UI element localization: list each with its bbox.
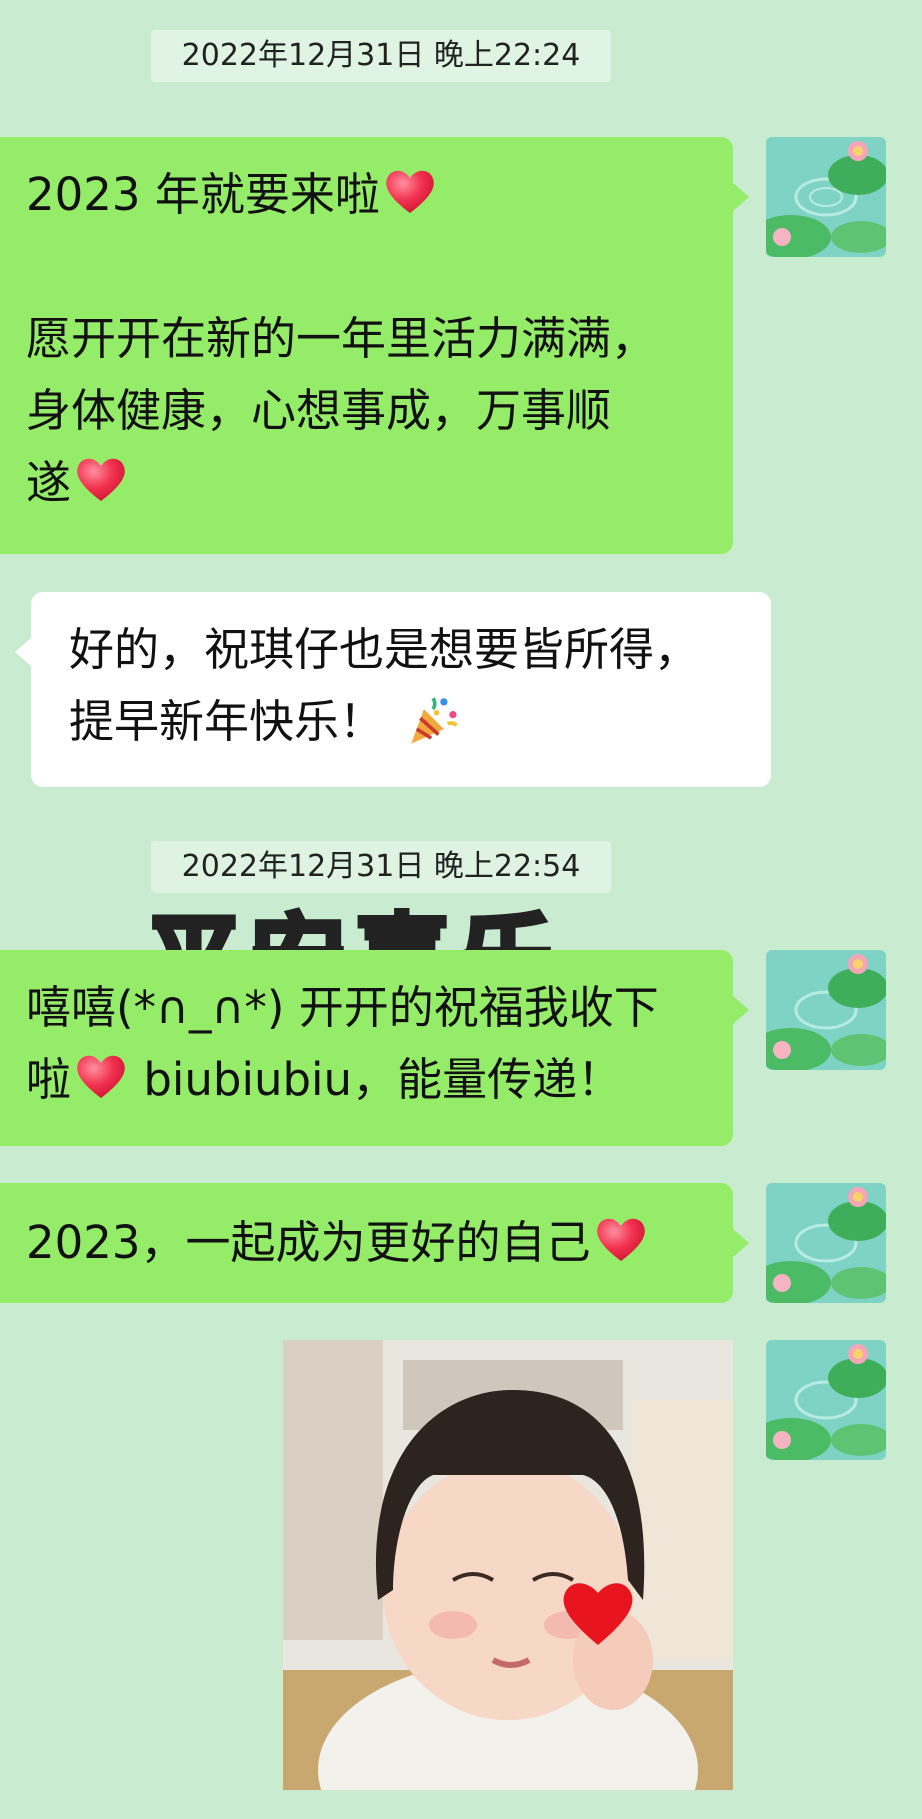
message-text: biubiubiu，能量传递！ (129, 1053, 623, 1106)
message-bubble-outgoing[interactable]: 2023 年就要来啦 愿开开在新的一年里活力满满， 身体健康，心想事成，万事顺 … (0, 137, 749, 554)
message-line: 2023，一起成为更好的自己 (26, 1207, 707, 1279)
message-line: 好的，祝琪仔也是想要皆所得， (69, 623, 700, 676)
chat-screen: 2022年12月31日 晚上22:24 2023 年就要来啦 愿开开在新的一年里… (0, 0, 922, 1819)
message-line: 身体健康，心想事成，万事顺 (26, 384, 612, 437)
avatar[interactable] (766, 950, 886, 1070)
message-text: 遂 (26, 456, 72, 509)
message-line: 啦 biubiubiu，能量传递！ (26, 1044, 707, 1116)
message-line: 愿开开在新的一年里活力满满， (26, 312, 657, 365)
message-bubble-outgoing[interactable]: 嘻嘻(*∩_∩*) 开开的祝福我收下 啦 biubiubiu，能量传递！ (0, 950, 749, 1146)
lotus-pond-avatar-image (766, 1183, 886, 1303)
message-line: 提早新年快乐！ (69, 686, 745, 758)
lotus-pond-avatar-image (766, 1340, 886, 1460)
message-line (26, 231, 707, 303)
avatar[interactable] (766, 1183, 886, 1303)
image-message-baby-photo[interactable] (283, 1340, 733, 1790)
baby-with-heart-photo (283, 1340, 733, 1790)
message-text: 提早新年快乐！ (69, 695, 385, 748)
timestamp: 2022年12月31日 晚上22:24 (151, 30, 611, 82)
red-heart-icon (386, 170, 434, 213)
avatar[interactable] (766, 137, 886, 257)
message-text: 2023，一起成为更好的自己 (26, 1216, 591, 1269)
avatar[interactable] (766, 1340, 886, 1460)
red-heart-icon (77, 458, 125, 501)
message-text: 啦 (26, 1053, 72, 1106)
message-bubble-incoming[interactable]: 好的，祝琪仔也是想要皆所得， 提早新年快乐！ (15, 592, 771, 787)
red-heart-icon (596, 1218, 645, 1261)
message-line: 2023 年就要来啦 (26, 159, 707, 231)
message-line: 嘻嘻(*∩_∩*) 开开的祝福我收下 (26, 981, 659, 1034)
party-popper-icon (411, 697, 458, 744)
lotus-pond-avatar-image (766, 950, 886, 1070)
red-heart-icon (77, 1055, 125, 1098)
message-text: 2023 年就要来啦 (26, 168, 380, 221)
timestamp: 2022年12月31日 晚上22:54 (151, 841, 611, 893)
lotus-pond-avatar-image (766, 137, 886, 257)
message-line: 遂 (26, 447, 707, 519)
message-bubble-outgoing[interactable]: 2023，一起成为更好的自己 (0, 1183, 749, 1303)
